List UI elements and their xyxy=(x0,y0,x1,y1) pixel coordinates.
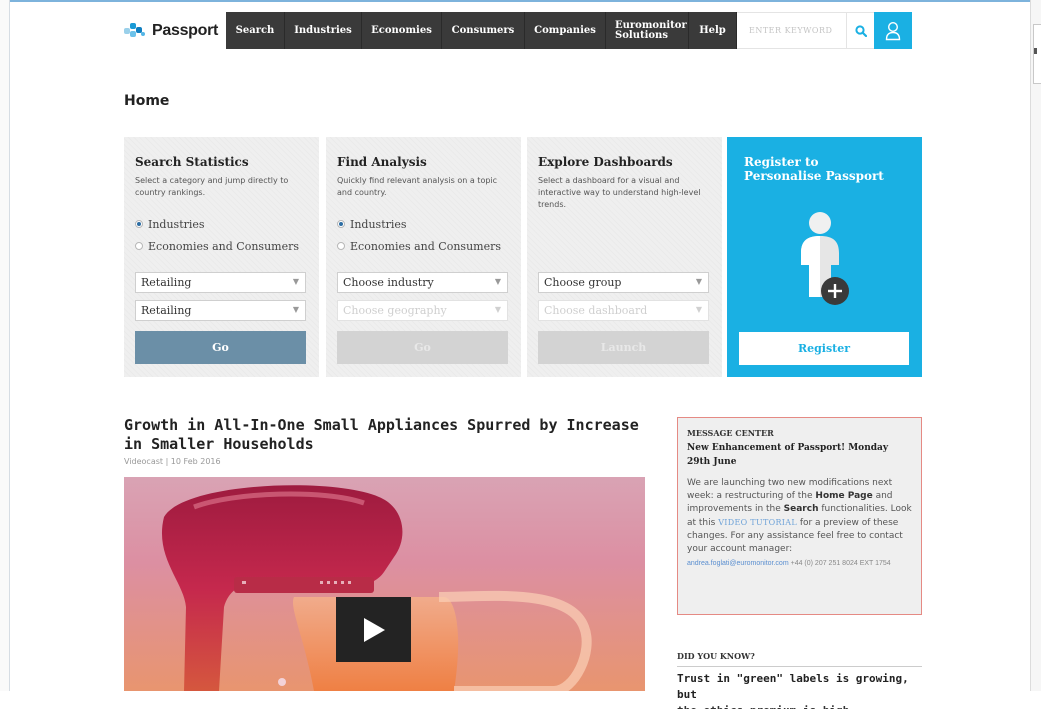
message-body: We are launching two new modifications n… xyxy=(687,477,912,556)
radio-economies-consumers[interactable]: Economies and Consumers xyxy=(135,235,308,257)
search-button[interactable] xyxy=(847,12,874,49)
select-value: Choose industry xyxy=(343,276,434,289)
panel-description: Quickly find relevant analysis on a topi… xyxy=(337,176,498,197)
browser-top-edge xyxy=(0,0,1041,2)
chevron-down-icon: ▼ xyxy=(292,277,299,286)
message-search: Search xyxy=(783,504,819,514)
register-button[interactable]: Register xyxy=(739,332,909,365)
play-button[interactable] xyxy=(336,597,411,662)
keyword-search-input[interactable] xyxy=(749,26,833,35)
message-home-page: Home Page xyxy=(815,491,873,501)
logo-text: Passport xyxy=(152,21,219,39)
explore-dashboards-panel: Explore Dashboards Select a dashboard fo… xyxy=(527,137,722,377)
find-analysis-go-button[interactable]: Go xyxy=(337,331,508,364)
chevron-down-icon: ▼ xyxy=(494,305,501,314)
panel-description: Select a dashboard for a visual and inte… xyxy=(538,176,701,209)
page-title: Home xyxy=(124,93,170,109)
radio-label: Industries xyxy=(148,217,205,231)
radio-industries[interactable]: Industries xyxy=(337,213,510,235)
article-meta: Videocast | 10 Feb 2016 xyxy=(124,457,221,466)
radio-unselected-icon xyxy=(135,242,143,250)
video-player[interactable] xyxy=(124,477,645,691)
select-value: Choose dashboard xyxy=(544,304,648,317)
nav-companies[interactable]: Companies xyxy=(525,12,606,49)
keyword-search-box xyxy=(737,12,847,49)
article-title[interactable]: Growth in All-In-One Small Appliances Sp… xyxy=(124,416,644,454)
did-you-know-header: DID YOU KNOW? xyxy=(677,651,922,667)
email-link[interactable]: andrea.foglati@euromonitor.com xyxy=(687,560,789,567)
scrollbar-track[interactable] xyxy=(1030,0,1041,691)
nav-solutions-line2: Solutions xyxy=(615,29,668,41)
scrollbar-grip xyxy=(1034,48,1037,54)
message-center: MESSAGE CENTER New Enhancement of Passpo… xyxy=(677,417,922,615)
user-account-button[interactable] xyxy=(874,12,912,49)
chevron-down-icon: ▼ xyxy=(292,305,299,314)
radio-economies-consumers[interactable]: Economies and Consumers xyxy=(337,235,510,257)
radio-unselected-icon xyxy=(337,242,345,250)
panel-title: Search Statistics xyxy=(135,155,249,169)
select-value: Choose group xyxy=(544,276,622,289)
passport-logo[interactable]: Passport xyxy=(124,12,226,49)
radio-label: Economies and Consumers xyxy=(350,239,501,253)
nav-industries[interactable]: Industries xyxy=(285,12,362,49)
scrollbar-thumb[interactable] xyxy=(1033,24,1041,84)
panel-title: Find Analysis xyxy=(337,155,427,169)
user-add-icon xyxy=(801,212,849,305)
did-you-know-line1: Trust in "green" labels is growing, but xyxy=(677,672,909,701)
register-panel: Register to Personalise Passport Registe… xyxy=(727,137,922,377)
find-analysis-panel: Find Analysis Quickly find relevant anal… xyxy=(326,137,521,377)
did-you-know-title[interactable]: Trust in "green" labels is growing, but … xyxy=(677,671,927,709)
geography-select[interactable]: Choose geography ▼ xyxy=(337,300,508,321)
category-select[interactable]: Retailing ▼ xyxy=(135,272,306,293)
panel-description: Select a category and jump directly to c… xyxy=(135,176,289,197)
play-icon xyxy=(363,617,385,642)
group-select[interactable]: Choose group ▼ xyxy=(538,272,709,293)
dashboard-select[interactable]: Choose dashboard ▼ xyxy=(538,300,709,321)
radio-industries[interactable]: Industries xyxy=(135,213,308,235)
register-title: Register to Personalise Passport xyxy=(744,155,884,183)
message-subtitle: New Enhancement of Passport! Monday 29th… xyxy=(687,443,889,467)
nav-economies[interactable]: Economies xyxy=(362,12,442,49)
launch-button[interactable]: Launch xyxy=(538,331,709,364)
search-statistics-panel: Search Statistics Select a category and … xyxy=(124,137,319,377)
chevron-down-icon: ▼ xyxy=(695,277,702,286)
subcategory-select[interactable]: Retailing ▼ xyxy=(135,300,306,321)
nav-help[interactable]: Help xyxy=(689,12,737,49)
select-value: Retailing xyxy=(141,304,192,317)
select-value: Retailing xyxy=(141,276,192,289)
video-tutorial-link[interactable]: VIDEO TUTORIAL xyxy=(718,518,797,527)
nav-euromonitor-solutions[interactable]: Euromonitor Solutions xyxy=(606,12,689,49)
radio-selected-icon xyxy=(135,220,143,228)
account-manager-contact: andrea.foglati@euromonitor.com +44 (0) 2… xyxy=(687,558,912,569)
phone-number: +44 (0) 207 251 8024 EXT 1754 xyxy=(788,560,891,567)
top-navigation: Passport Search Industries Economies Con… xyxy=(124,12,912,49)
nav-search[interactable]: Search xyxy=(226,12,285,49)
did-you-know-line2: the ethics premium is high xyxy=(677,703,927,709)
search-statistics-go-button[interactable]: Go xyxy=(135,331,306,364)
message-center-header: MESSAGE CENTER xyxy=(687,428,774,438)
search-icon xyxy=(854,24,867,37)
panel-title: Explore Dashboards xyxy=(538,155,673,169)
user-icon xyxy=(885,21,901,40)
radio-label: Economies and Consumers xyxy=(148,239,299,253)
radio-selected-icon xyxy=(337,220,345,228)
chevron-down-icon: ▼ xyxy=(695,305,702,314)
industry-select[interactable]: Choose industry ▼ xyxy=(337,272,508,293)
chevron-down-icon: ▼ xyxy=(494,277,501,286)
browser-left-edge xyxy=(0,0,10,691)
nav-consumers[interactable]: Consumers xyxy=(442,12,525,49)
passport-logo-icon xyxy=(124,22,146,39)
select-value: Choose geography xyxy=(343,304,447,317)
radio-label: Industries xyxy=(350,217,407,231)
